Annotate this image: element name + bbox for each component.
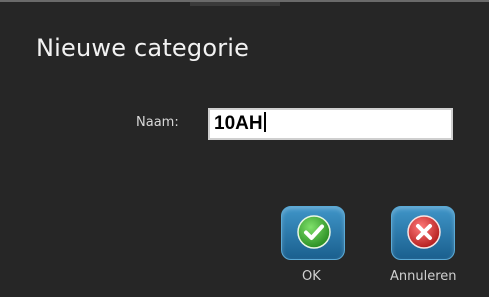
- text-caret: [263, 112, 266, 132]
- ok-label[interactable]: OK: [302, 269, 321, 284]
- name-input-value: 10AH: [214, 113, 263, 134]
- cancel-label[interactable]: Annuleren: [390, 269, 457, 284]
- ok-button[interactable]: [281, 206, 345, 260]
- new-category-dialog: Nieuwe categorie Naam: 10AH OK Annuleren: [0, 0, 489, 297]
- dialog-top-edge: [190, 2, 280, 6]
- cancel-button[interactable]: [391, 206, 455, 260]
- name-label: Naam:: [136, 115, 179, 130]
- checkmark-icon: [297, 215, 331, 249]
- name-input[interactable]: 10AH: [208, 108, 453, 140]
- x-close-icon: [407, 215, 441, 249]
- dialog-title: Nieuwe categorie: [36, 34, 250, 62]
